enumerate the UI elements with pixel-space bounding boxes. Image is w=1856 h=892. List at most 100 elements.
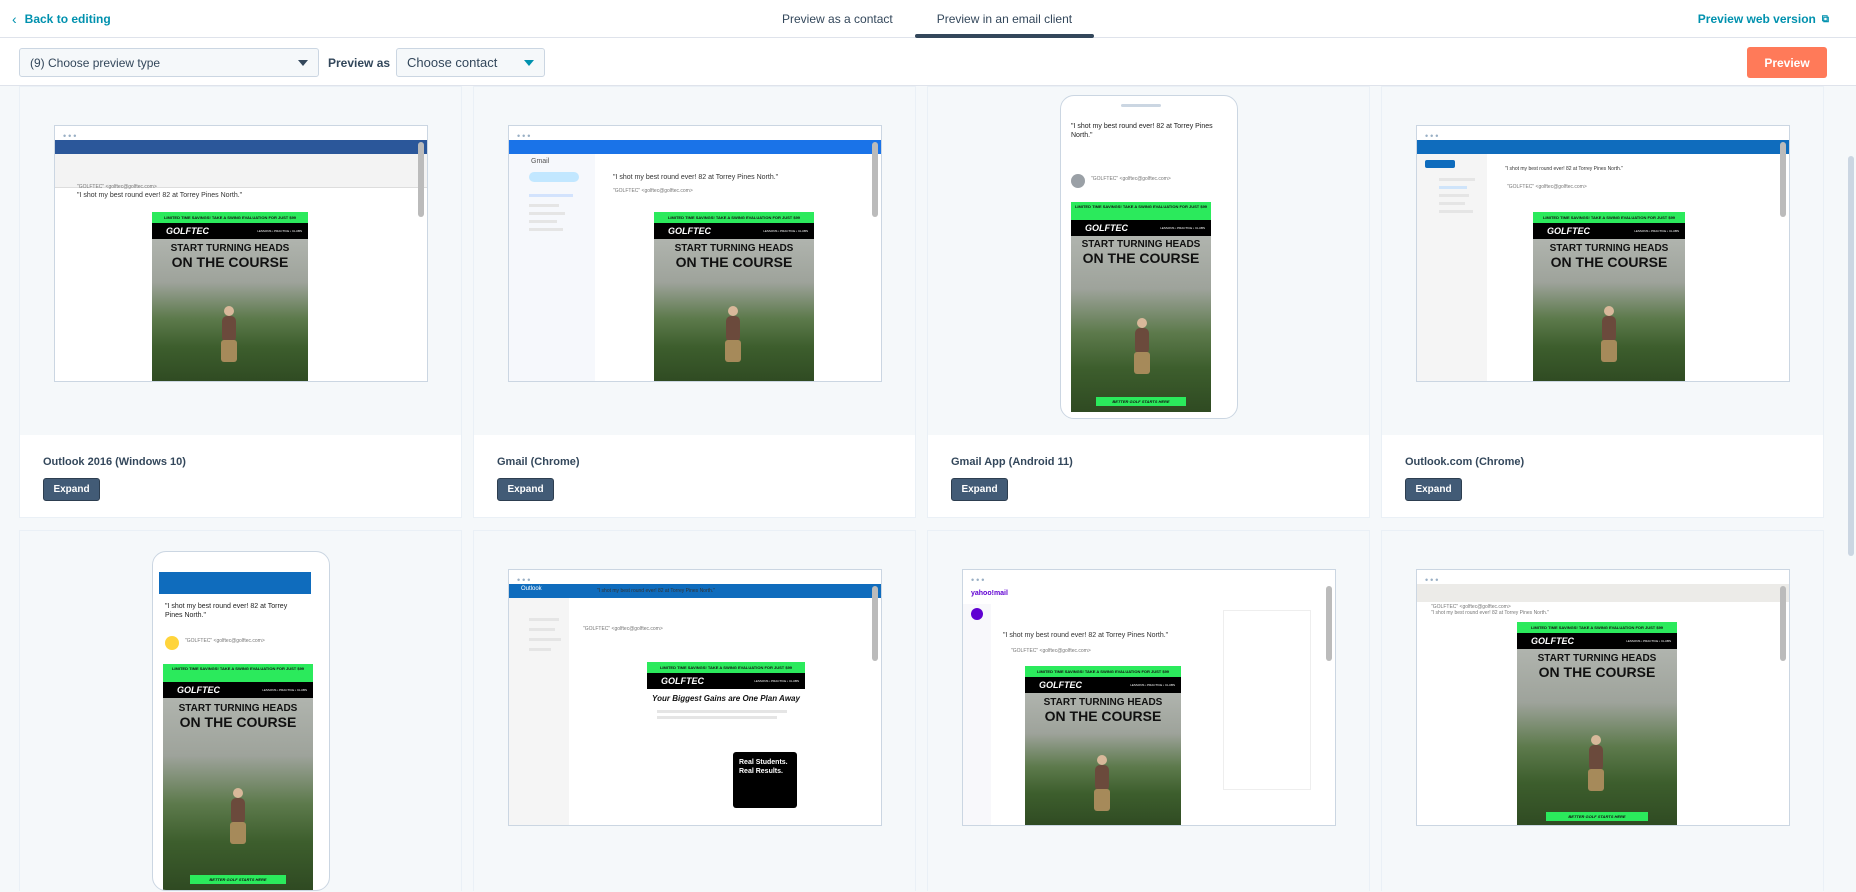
- email-content: LIMITED TIME SAVINGS! TAKE A SWING EVALU…: [1025, 666, 1181, 825]
- outlook-2016-window: ••• "I shot my best round ever! 82 at To…: [54, 125, 428, 382]
- email-content: LIMITED TIME SAVINGS! TAKE A SWING EVALU…: [647, 662, 805, 825]
- contact-value: Choose contact: [407, 55, 498, 70]
- scrollbar[interactable]: [1326, 586, 1332, 661]
- expand-button[interactable]: Expand: [43, 478, 100, 501]
- gmail-label: Gmail: [531, 158, 550, 165]
- thumbnail-area[interactable]: ••• "GOLFTEC" <golftec@golftec.com> "I s…: [1382, 531, 1823, 892]
- golfer-illustration: [214, 306, 244, 366]
- thumbnail-area[interactable]: "I shot my best round ever! 82 at Torrey…: [928, 87, 1369, 435]
- caret-down-icon: [524, 60, 534, 66]
- client-name: Outlook.com (Chrome): [1405, 456, 1525, 468]
- new-mail-button[interactable]: [1425, 160, 1455, 168]
- tab-preview-email-client[interactable]: Preview in an email client: [914, 0, 1095, 38]
- cta-button: BETTER GOLF STARTS HERE: [190, 875, 286, 884]
- client-card-outlook-com: ••• "I shot my best round ever! 82 at To…: [1381, 86, 1824, 518]
- top-bar: ‹ Back to editing Preview as a contact P…: [0, 0, 1856, 38]
- client-card-desktop-mail: ••• "GOLFTEC" <golftec@golftec.com> "I s…: [1381, 530, 1824, 892]
- expand-button[interactable]: Expand: [1405, 478, 1462, 501]
- expand-button[interactable]: Expand: [951, 478, 1008, 501]
- thumbnail-area[interactable]: ••• "I shot my best round ever! 82 at To…: [1382, 87, 1823, 435]
- golfer-illustration: [1087, 754, 1117, 815]
- real-students-box: Real Students. Real Results.: [733, 752, 797, 808]
- client-name: Outlook 2016 (Windows 10): [43, 456, 186, 468]
- scrollbar[interactable]: [872, 142, 878, 217]
- client-card-gmail-chrome: ••• Gmail "I shot my best round ever! 82…: [473, 86, 916, 518]
- yahoo-sidebar: [963, 604, 991, 825]
- desktop-mail-window: ••• "GOLFTEC" <golftec@golftec.com> "I s…: [1416, 569, 1790, 826]
- outlook-label: Outlook: [521, 586, 542, 592]
- chevron-left-icon: ‹: [12, 11, 17, 27]
- outlook-com-window: ••• "I shot my best round ever! 82 at To…: [1416, 125, 1790, 382]
- preview-type-select[interactable]: (9) Choose preview type: [19, 48, 319, 77]
- scrollbar[interactable]: [1780, 142, 1786, 217]
- thumbnail-area[interactable]: ••• Outlook "I shot my best round ever! …: [474, 531, 915, 892]
- side-panel: [1223, 610, 1311, 790]
- thumbnail-area[interactable]: ••• Gmail "I shot my best round ever! 82…: [474, 87, 915, 435]
- back-to-editing-link[interactable]: ‹ Back to editing: [12, 11, 111, 27]
- outlook-sidebar: [509, 598, 569, 825]
- golftec-logo: GOLFTEC LESSONS • PRACTICE • CLUBS: [152, 223, 308, 239]
- email-sender: "GOLFTEC" <golftec@golftec.com>: [185, 638, 265, 644]
- preview-type-value: (9) Choose preview type: [30, 55, 161, 70]
- gains-heading: Your Biggest Gains are One Plan Away: [652, 694, 800, 703]
- tab-preview-as-contact[interactable]: Preview as a contact: [760, 0, 915, 38]
- compose-button[interactable]: [529, 172, 579, 182]
- thumbnail-area[interactable]: "I shot my best round ever! 82 at Torrey…: [20, 531, 461, 892]
- preview-tabs: Preview as a contact Preview in an email…: [760, 0, 1095, 38]
- preview-button[interactable]: Preview: [1747, 47, 1827, 78]
- title-bar: [1417, 140, 1789, 154]
- email-sender: "GOLFTEC" <golftec@golftec.com>: [583, 626, 663, 632]
- golfer-illustration: [223, 788, 253, 848]
- avatar: [165, 636, 179, 650]
- golfer-illustration: [718, 306, 748, 366]
- gmail-window: ••• Gmail "I shot my best round ever! 82…: [508, 125, 882, 382]
- email-sender: "GOLFTEC" <golftec@golftec.com>: [1507, 184, 1587, 190]
- cta-button: BETTER GOLF STARTS HERE: [1096, 397, 1186, 406]
- yahoo-mail-logo: yahoo!mail: [971, 590, 1008, 597]
- compose-icon[interactable]: [971, 608, 983, 620]
- outlook-window: ••• Outlook "I shot my best round ever! …: [508, 569, 882, 826]
- external-link-icon: ⧉: [1821, 13, 1829, 25]
- thumbnail-area[interactable]: ••• yahoo!mail "I shot my best round eve…: [928, 531, 1369, 892]
- yahoo-window: ••• yahoo!mail "I shot my best round eve…: [962, 569, 1336, 826]
- email-subject: "I shot my best round ever! 82 at Torrey…: [77, 192, 243, 199]
- client-card-outlook-new: ••• Outlook "I shot my best round ever! …: [473, 530, 916, 892]
- scrollbar[interactable]: [418, 142, 424, 217]
- ribbon: [55, 154, 427, 188]
- email-subject: "I shot my best round ever! 82 at Torrey…: [1505, 166, 1623, 172]
- email-subject: "I shot my best round ever! 82 at Torrey…: [1003, 632, 1169, 639]
- back-label: Back to editing: [24, 12, 111, 26]
- page-scrollbar[interactable]: [1846, 86, 1856, 891]
- client-name: Gmail (Chrome): [497, 456, 580, 468]
- gmail-sidebar: Gmail: [509, 154, 595, 381]
- scrollbar-thumb[interactable]: [1848, 156, 1854, 556]
- email-subject: "I shot my best round ever! 82 at Torrey…: [1071, 123, 1213, 140]
- caret-down-icon: [298, 60, 308, 66]
- scrollbar[interactable]: [1780, 586, 1786, 661]
- title-bar: [509, 140, 881, 154]
- thumbnail-area[interactable]: ••• "I shot my best round ever! 82 at To…: [20, 87, 461, 435]
- client-card-gmail-android: "I shot my best round ever! 82 at Torrey…: [927, 86, 1370, 518]
- hero-headline: START TURNING HEADS ON THE COURSE: [170, 243, 290, 270]
- title-bar: [1417, 584, 1789, 602]
- email-subject: "I shot my best round ever! 82 at Torrey…: [613, 174, 779, 181]
- title-bar: [55, 140, 427, 154]
- email-content: LIMITED TIME SAVINGS! TAKE A SWING EVALU…: [1071, 202, 1211, 412]
- email-sender: "GOLFTEC" <golftec@golftec.com>: [613, 188, 693, 194]
- preview-web-version-link[interactable]: Preview web version ⧉: [1698, 12, 1829, 26]
- scrollbar[interactable]: [872, 586, 878, 661]
- email-subject: "I shot my best round ever! 82 at Torrey…: [165, 603, 288, 620]
- email-content: LIMITED TIME SAVINGS! TAKE A SWING EVALU…: [163, 664, 313, 890]
- web-version-label: Preview web version: [1697, 12, 1816, 26]
- preview-toolbar: (9) Choose preview type Preview as Choos…: [0, 38, 1856, 86]
- contact-select[interactable]: Choose contact: [396, 48, 545, 77]
- email-content: LIMITED TIME SAVINGS! TAKE A SWING EVALU…: [1517, 622, 1677, 825]
- client-card-outlook-2016: ••• "I shot my best round ever! 82 at To…: [19, 86, 462, 518]
- email-sender: "GOLFTEC" <golftec@golftec.com>: [1091, 176, 1171, 182]
- client-card-yahoo: ••• yahoo!mail "I shot my best round eve…: [927, 530, 1370, 892]
- expand-button[interactable]: Expand: [497, 478, 554, 501]
- android-phone-frame: "I shot my best round ever! 82 at Torrey…: [1060, 95, 1238, 419]
- email-content: LIMITED TIME SAVINGS! TAKE A SWING EVALU…: [1533, 212, 1685, 381]
- email-subject: "I shot my best round ever! 82 at Torrey…: [1431, 610, 1549, 616]
- golfer-illustration: [1594, 306, 1624, 366]
